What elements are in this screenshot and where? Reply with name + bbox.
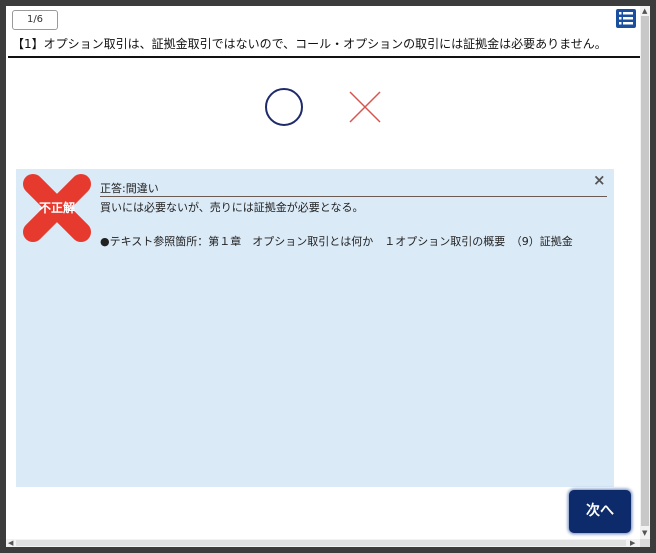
choice-true-button[interactable] — [263, 86, 305, 128]
menu-button[interactable] — [616, 9, 636, 28]
answer-divider — [100, 196, 607, 197]
close-icon[interactable]: × — [593, 172, 606, 188]
question-text: 【1】オプション取引は、証拠金取引ではないので、コール・オプションの取引には証拠… — [12, 37, 607, 51]
result-label: 不正解 — [38, 201, 75, 215]
correct-answer-title: 正答:間違い — [100, 182, 159, 195]
reference-text: ●テキスト参照箇所：第１章 オプション取引とは何か １オプション取引の概要 （9… — [100, 235, 573, 248]
scroll-right-icon[interactable]: ▶ — [630, 539, 635, 547]
scroll-up-icon[interactable]: ▲ — [642, 7, 647, 15]
scroll-corner — [640, 539, 650, 547]
result-panel: 不正解 正答:間違い 買いには必要ないが、売りには証拠金が必要となる。 ●テキス… — [16, 169, 614, 487]
vertical-scroll-thumb[interactable] — [641, 16, 649, 526]
quiz-window: 1/6 【1】オプション取引は、証拠金取引ではないので、コール・オプションの取引… — [6, 6, 650, 547]
question-counter: 1/6 — [12, 10, 58, 30]
explanation-text: 買いには必要ないが、売りには証拠金が必要となる。 — [100, 201, 364, 214]
cross-icon — [349, 91, 381, 123]
list-menu-icon — [619, 12, 633, 25]
next-button[interactable]: 次へ — [569, 490, 631, 533]
choice-false-button[interactable] — [347, 89, 383, 125]
horizontal-scrollbar[interactable]: ◀ ▶ — [6, 539, 640, 547]
scroll-left-icon[interactable]: ◀ — [8, 539, 13, 547]
divider — [8, 56, 640, 58]
vertical-scrollbar[interactable]: ▲ ▼ — [640, 6, 650, 539]
scroll-down-icon[interactable]: ▼ — [642, 529, 647, 537]
horizontal-scroll-thumb[interactable] — [16, 540, 626, 546]
circle-icon — [265, 88, 303, 126]
